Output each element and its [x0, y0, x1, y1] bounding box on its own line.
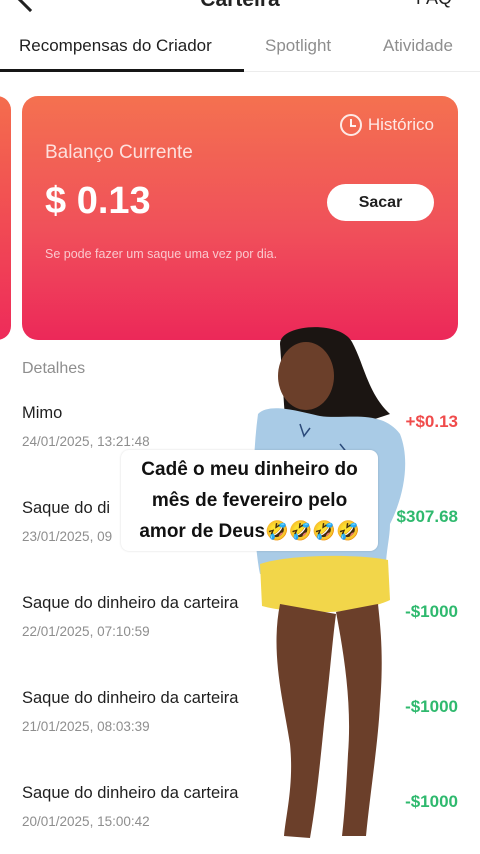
transaction-amount: -$1000 [405, 792, 458, 811]
tab-spotlight[interactable]: Spotlight [265, 36, 331, 56]
transaction-row[interactable]: Saque do dinheiro da carteira 22/01/2025… [0, 570, 480, 664]
transaction-row[interactable]: Saque do dinheiro da carteira 20/01/2025… [0, 760, 480, 854]
history-link[interactable]: Histórico [339, 114, 434, 136]
transaction-amount: -$1000 [405, 602, 458, 621]
faq-link[interactable]: FAQ [416, 0, 452, 9]
transaction-date: 21/01/2025, 08:03:39 [22, 719, 150, 734]
history-label: Histórico [367, 115, 434, 134]
video-caption: Cadê o meu dinheiro do mês de fevereiro … [121, 450, 378, 551]
balance-label: Balanço Currente [45, 142, 193, 163]
clock-icon [339, 114, 362, 136]
screen-title: Carteira [0, 0, 480, 12]
transaction-title: Saque do dinheiro da carteira [22, 594, 239, 612]
transaction-row[interactable]: Saque do dinheiro da carteira 21/01/2025… [0, 665, 480, 759]
wallet-tabs: Recompensas do Criador Spotlight Ativida… [0, 22, 480, 72]
transaction-date: 20/01/2025, 15:00:42 [22, 814, 150, 829]
details-section-title: Detalhes [22, 360, 86, 377]
transaction-title: Mimo [22, 404, 63, 422]
tab-creator-rewards[interactable]: Recompensas do Criador [19, 36, 212, 56]
transaction-title: Saque do dinheiro da carteira [22, 784, 239, 802]
top-bar: Carteira FAQ [0, 0, 480, 18]
active-tab-indicator [0, 69, 244, 72]
transaction-date: 22/01/2025, 07:10:59 [22, 624, 150, 639]
withdraw-note: Se pode fazer um saque uma vez por dia. [45, 247, 278, 261]
tab-activity[interactable]: Atividade [383, 36, 453, 56]
transaction-date: 23/01/2025, 09 [22, 529, 113, 544]
transaction-amount: -$1000 [405, 697, 458, 716]
balance-card: Histórico Balanço Currente $ 0.13 Sacar … [22, 96, 458, 340]
transaction-date: 24/01/2025, 13:21:48 [22, 434, 150, 449]
transaction-title: Saque do dinheiro da carteira [22, 689, 239, 707]
transaction-amount: +$0.13 [405, 412, 458, 431]
transaction-title: Saque do di [22, 499, 111, 517]
balance-value: $ 0.13 [45, 180, 151, 222]
transaction-amount: $307.68 [396, 507, 458, 526]
withdraw-button[interactable]: Sacar [327, 184, 434, 221]
previous-card-edge[interactable] [0, 96, 11, 340]
